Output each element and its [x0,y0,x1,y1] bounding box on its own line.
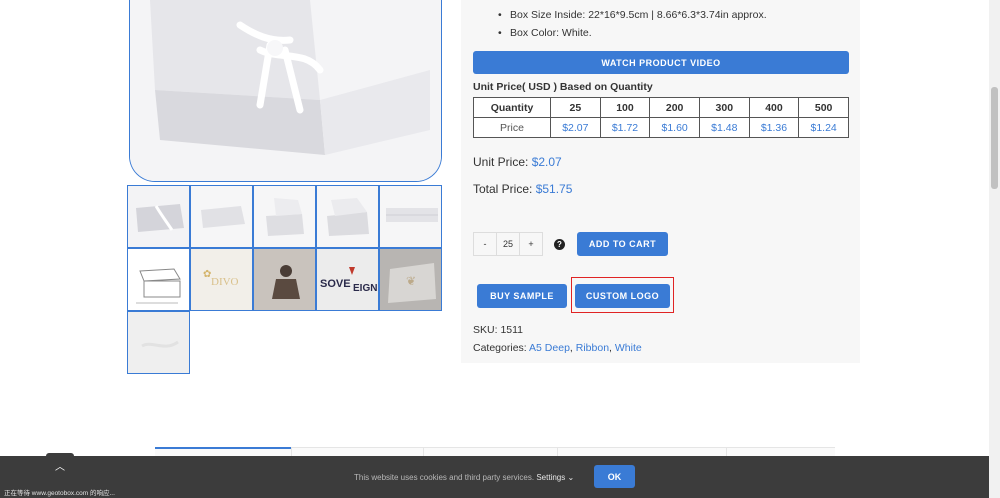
thumbnail-11[interactable] [127,311,190,374]
thumbnail-6[interactable] [127,248,190,311]
svg-text:EIGN: EIGN [353,283,377,294]
chevron-down-icon: ⌄ [567,473,575,482]
cookie-settings-label: Settings [536,473,566,482]
product-details-panel: Box Size Inside: 22*16*9.5cm | 8.66*6.3*… [461,0,860,363]
quantity-cell: 500 [798,97,849,118]
price-header: Price [473,117,551,138]
total-price-label: Total Price: [473,182,533,196]
quantity-header: Quantity [473,97,551,118]
price-cell: $1.60 [649,117,700,138]
category-link-white[interactable]: White [615,342,642,354]
unit-price-value: $2.07 [531,155,562,169]
unit-price: Unit Price: $2.07 [473,155,562,169]
categories: Categories: A5 Deep, Ribbon, White [473,342,642,354]
quantity-decrement-button[interactable]: - [474,233,496,255]
unit-price-label: Unit Price: [473,155,529,169]
cookie-notice: This website uses cookies and third part… [354,473,574,482]
browser-status-text: 正在等待 www.geotobox.com 的响应... [2,487,117,497]
quantity-cell: 300 [698,97,750,118]
cookie-notice-text: This website uses cookies and third part… [354,473,535,482]
cookie-ok-button[interactable]: OK [594,465,635,488]
sku-value: 1511 [500,324,524,336]
price-cell: $2.07 [550,117,601,138]
thumbnail-8[interactable] [253,248,316,311]
categories-label: Categories: [473,342,527,354]
cookie-consent-bar: This website uses cookies and third part… [0,456,989,498]
quantity-increment-button[interactable]: + [520,233,542,255]
chevron-up-icon: ︿ [55,462,65,473]
quantity-cell: 100 [599,97,651,118]
main-product-image[interactable] [129,0,442,182]
spec-box-size: Box Size Inside: 22*16*9.5cm | 8.66*6.3*… [498,6,767,24]
buy-sample-button[interactable]: BUY SAMPLE [477,284,567,308]
watch-product-video-button[interactable]: WATCH PRODUCT VIDEO [473,51,849,74]
back-to-top-button[interactable]: ︿ [46,453,74,478]
page-scrollbar[interactable] [989,0,1000,498]
quantity-cell: 400 [748,97,800,118]
thumbnail-5[interactable] [379,185,442,248]
question-circle-icon[interactable]: ? [554,239,565,250]
quantity-cell: 25 [550,97,601,118]
svg-text:❦: ❦ [406,274,416,288]
category-link-ribbon[interactable]: Ribbon [576,342,609,354]
quantity-input[interactable]: 25 [496,233,520,255]
price-row: Price $2.07 $1.72 $1.60 $1.48 $1.36 $1.2… [473,117,849,138]
quantity-cell: 200 [649,97,700,118]
thumbnail-3[interactable] [253,185,316,248]
unit-price-heading: Unit Price( USD ) Based on Quantity [473,81,653,93]
total-price-value: $51.75 [535,182,573,196]
custom-logo-button[interactable]: CUSTOM LOGO [575,284,670,308]
price-table: Quantity 25 100 200 300 400 500 Price $2… [473,97,849,138]
quantity-row: Quantity 25 100 200 300 400 500 [473,97,849,118]
product-spec-list: Box Size Inside: 22*16*9.5cm | 8.66*6.3*… [498,6,767,42]
quantity-stepper: - 25 + [473,232,543,256]
tab-active-indicator[interactable] [155,447,291,449]
cookie-settings-link[interactable]: Settings ⌄ [536,473,574,482]
price-cell: $1.24 [798,117,849,138]
add-to-cart-button[interactable]: ADD TO CART [577,232,668,256]
category-link-a5-deep[interactable]: A5 Deep [529,342,570,354]
svg-text:SOVE: SOVE [320,278,351,290]
scrollbar-thumb[interactable] [991,87,998,189]
thumbnail-9[interactable]: SOVE EIGN [316,248,379,311]
thumbnail-4[interactable] [316,185,379,248]
svg-text:DIVO: DIVO [211,276,239,288]
sku-label: SKU: [473,324,498,336]
price-cell: $1.72 [599,117,651,138]
spec-box-color: Box Color: White. [498,24,767,42]
price-cell: $1.48 [698,117,750,138]
sku: SKU: 1511 [473,324,523,336]
thumbnail-1[interactable] [127,185,190,248]
thumbnail-10[interactable]: ❦ [379,248,442,311]
thumbnail-2[interactable] [190,185,253,248]
price-cell: $1.36 [748,117,800,138]
custom-logo-highlight: CUSTOM LOGO [571,277,674,313]
thumbnail-7[interactable]: ✿ DIVO [190,248,253,311]
total-price: Total Price: $51.75 [473,182,572,196]
page: ✿DIVO SOVEEIGN ❦ Box Size Inside: 22*16*… [0,0,1000,498]
